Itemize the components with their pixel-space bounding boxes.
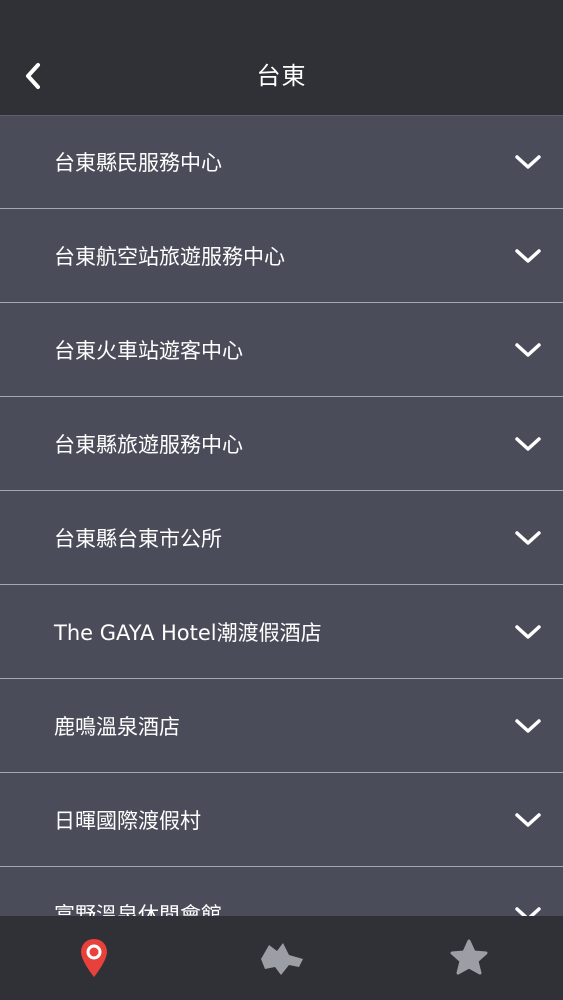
- list-item[interactable]: 台東縣旅遊服務中心: [0, 397, 563, 491]
- tab-region[interactable]: [188, 916, 376, 1000]
- list-item[interactable]: 台東航空站旅遊服務中心: [0, 209, 563, 303]
- list-item-label: 台東航空站旅遊服務中心: [54, 244, 285, 269]
- chevron-down-icon[interactable]: [513, 904, 543, 916]
- list-item-label: 台東縣旅遊服務中心: [54, 432, 243, 457]
- list-item[interactable]: 日暉國際渡假村: [0, 773, 563, 867]
- chevron-down-icon[interactable]: [513, 246, 543, 266]
- list-item-label: The GAYA Hotel潮渡假酒店: [54, 620, 322, 645]
- map-pin-icon: [80, 939, 107, 977]
- chevron-down-icon[interactable]: [513, 528, 543, 548]
- list-item[interactable]: The GAYA Hotel潮渡假酒店: [0, 585, 563, 679]
- chevron-down-icon[interactable]: [513, 152, 543, 172]
- list-item[interactable]: 富野溫泉休閒會館: [0, 867, 563, 916]
- app-header: 台東: [0, 0, 563, 115]
- tab-favorites[interactable]: [375, 916, 563, 1000]
- list-item[interactable]: 台東火車站遊客中心: [0, 303, 563, 397]
- chevron-down-icon[interactable]: [513, 810, 543, 830]
- list-item-label: 台東縣民服務中心: [54, 151, 222, 175]
- page-title: 台東: [256, 62, 307, 90]
- star-icon: [450, 939, 488, 975]
- list-item[interactable]: 鹿鳴溫泉酒店: [0, 679, 563, 773]
- list-item-label: 日暉國際渡假村: [54, 808, 201, 833]
- list-item[interactable]: 台東縣台東市公所: [0, 491, 563, 585]
- list-item-label: 鹿鳴溫泉酒店: [54, 714, 180, 739]
- chevron-down-icon[interactable]: [513, 434, 543, 454]
- region-map-icon: [260, 943, 303, 975]
- tab-nearby[interactable]: [0, 916, 188, 1000]
- list-item-label: 台東縣台東市公所: [54, 526, 222, 551]
- list-item-label: 富野溫泉休閒會館: [54, 902, 222, 917]
- chevron-down-icon[interactable]: [513, 716, 543, 736]
- bottom-tab-bar: [0, 916, 563, 1000]
- location-list: 台東縣民服務中心 台東航空站旅遊服務中心 台東火車站遊客中心 台東縣旅遊服務中心…: [0, 115, 563, 916]
- list-item[interactable]: 台東縣民服務中心: [0, 115, 563, 209]
- chevron-down-icon[interactable]: [513, 622, 543, 642]
- list-item-label: 台東火車站遊客中心: [54, 338, 243, 363]
- chevron-down-icon[interactable]: [513, 340, 543, 360]
